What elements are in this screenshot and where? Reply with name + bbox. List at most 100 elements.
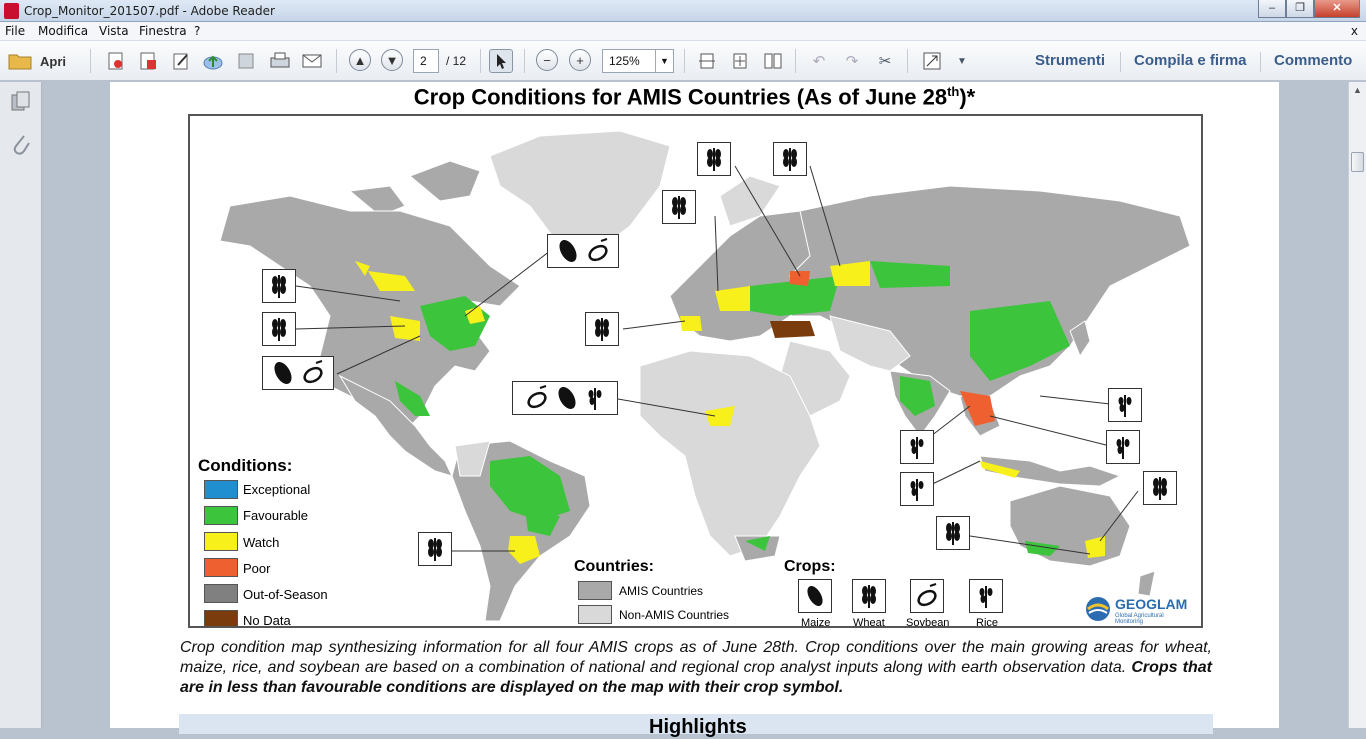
page-title-end: )* — [959, 84, 976, 110]
menu-bar: File Modifica Vista Finestra ? x — [0, 22, 1366, 41]
legend-swatch-watch — [204, 532, 238, 551]
legend-label-favourable: Favourable — [243, 508, 309, 523]
wheat-icon — [428, 538, 442, 561]
wheat-callout-spain — [585, 312, 619, 346]
rice-icon — [910, 479, 924, 501]
redo-icon[interactable]: ↷ — [840, 49, 864, 73]
toolbar-options-icon[interactable]: ▼ — [950, 49, 974, 73]
page-title-main: Crop Conditions for AMIS Countries (As o… — [413, 84, 948, 110]
geoglam-logo: GEOGLAM Global Agricultural Monitoring — [1085, 594, 1193, 626]
wheat-icon — [672, 196, 686, 219]
maize-soybean-callout-canada — [547, 234, 619, 268]
soybean-maize-rice-callout-nigeria — [512, 381, 618, 415]
print-icon[interactable] — [268, 49, 292, 73]
select-tool-icon[interactable] — [489, 49, 513, 73]
wheat-icon — [707, 148, 721, 171]
wheat-icon — [946, 522, 960, 545]
fullscreen-icon[interactable] — [920, 49, 944, 73]
main-toolbar: Apri ▲ ▼ 2 / 12 − + 125% ▼ ↶ ↷ ✂ ▼ Strum… — [0, 41, 1366, 81]
rice-callout-indonesia-east — [1106, 430, 1140, 464]
scroll-up-icon[interactable]: ▲ — [1349, 82, 1366, 99]
two-page-icon[interactable] — [761, 49, 785, 73]
wheat-callout-north-america — [262, 269, 296, 303]
wheat-icon — [595, 318, 609, 341]
maize-soybean-callout-usa — [262, 356, 334, 390]
tools-link[interactable]: Strumenti — [1035, 52, 1105, 69]
caption-text: Crop condition map synthesizing informat… — [180, 639, 1212, 676]
vertical-scrollbar[interactable]: ▲ — [1348, 82, 1366, 728]
soybean-icon — [917, 583, 937, 607]
legend-label-out-of-season: Out-of-Season — [243, 587, 328, 602]
close-button[interactable]: ✕ — [1314, 0, 1360, 18]
open-button[interactable]: Apri — [8, 49, 66, 73]
wheat-icon — [272, 275, 286, 298]
next-page-icon[interactable]: ▼ — [381, 49, 403, 71]
create-pdf-icon[interactable] — [104, 49, 128, 73]
attachments-icon[interactable] — [10, 132, 32, 163]
menu-modifica[interactable]: Modifica — [38, 24, 88, 38]
page-background-right — [1279, 82, 1348, 728]
zoom-in-icon[interactable]: + — [569, 49, 591, 71]
fit-width-icon[interactable] — [695, 49, 719, 73]
window-title: Crop_Monitor_201507.pdf - Adobe Reader — [24, 4, 275, 18]
comment-link[interactable]: Commento — [1274, 52, 1352, 69]
menu-file[interactable]: File — [5, 24, 25, 38]
page-title: Crop Conditions for AMIS Countries (As o… — [110, 84, 1279, 110]
email-icon[interactable] — [300, 49, 324, 73]
map-caption: Crop condition map synthesizing informat… — [180, 638, 1212, 698]
legend-label-maize: Maize — [801, 617, 831, 628]
wheat-icon — [862, 585, 876, 608]
minimize-button[interactable]: ‒ — [1258, 0, 1286, 18]
wheat-callout-france — [662, 190, 696, 224]
close-document-icon[interactable]: x — [1351, 24, 1358, 38]
page-thumbnails-icon[interactable] — [10, 90, 32, 117]
menu-finestra[interactable]: Finestra — [139, 24, 187, 38]
legend-swatch-exceptional — [204, 480, 238, 499]
legend-label-non-amis: Non-AMIS Countries — [619, 608, 730, 622]
geoglam-globe-icon — [1086, 597, 1110, 621]
legend-swatch-non-amis — [578, 605, 612, 624]
maximize-button[interactable]: ❐ — [1286, 0, 1314, 18]
rice-icon — [910, 437, 924, 459]
edit-icon[interactable] — [169, 49, 193, 73]
adobe-reader-icon — [4, 3, 19, 19]
wheat-callout-ukraine — [697, 142, 731, 176]
navigation-pane — [0, 82, 42, 728]
cut-icon[interactable]: ✂ — [873, 49, 897, 73]
legend-swatch-favourable — [204, 506, 238, 525]
upload-cloud-icon[interactable] — [201, 49, 225, 73]
undo-icon[interactable]: ↶ — [807, 49, 831, 73]
pdf-page: Crop Conditions for AMIS Countries (As o… — [110, 82, 1279, 738]
wheat-callout-usa — [262, 312, 296, 346]
menu-help[interactable]: ? — [194, 24, 200, 38]
wheat-icon — [272, 318, 286, 341]
page-total: / 12 — [446, 54, 467, 68]
previous-page-icon[interactable]: ▲ — [349, 49, 371, 71]
fill-sign-link[interactable]: Compila e firma — [1134, 52, 1247, 69]
rice-callout-indonesia — [900, 472, 934, 506]
legend-label-exceptional: Exceptional — [243, 482, 311, 497]
wheat-callout-russia — [773, 142, 807, 176]
zoom-out-icon[interactable]: − — [536, 49, 558, 71]
wheat-callout-australia-east — [1143, 471, 1177, 505]
save-icon[interactable] — [234, 49, 258, 73]
page-number-input[interactable]: 2 — [413, 49, 439, 73]
chevron-down-icon[interactable]: ▼ — [655, 50, 673, 72]
zoom-select[interactable]: 125% ▼ — [602, 49, 674, 73]
maize-icon — [807, 586, 823, 606]
maize-icon — [274, 362, 292, 384]
legend-swatch-poor — [204, 558, 238, 577]
wheat-icon — [1153, 477, 1167, 500]
wheat-icon — [783, 148, 797, 171]
legend-label-rice: Rice — [976, 617, 999, 628]
folder-icon — [8, 54, 32, 70]
legend-crop-maize — [798, 579, 832, 613]
window-titlebar: Crop_Monitor_201507.pdf - Adobe Reader ‒… — [0, 0, 1366, 22]
scroll-thumb[interactable] — [1351, 152, 1364, 172]
fit-page-icon[interactable] — [728, 49, 752, 73]
rice-callout-philippines — [1108, 388, 1142, 422]
open-label: Apri — [40, 53, 66, 69]
combine-files-icon[interactable] — [136, 49, 160, 73]
maize-icon — [558, 387, 576, 409]
menu-vista[interactable]: Vista — [99, 24, 129, 38]
